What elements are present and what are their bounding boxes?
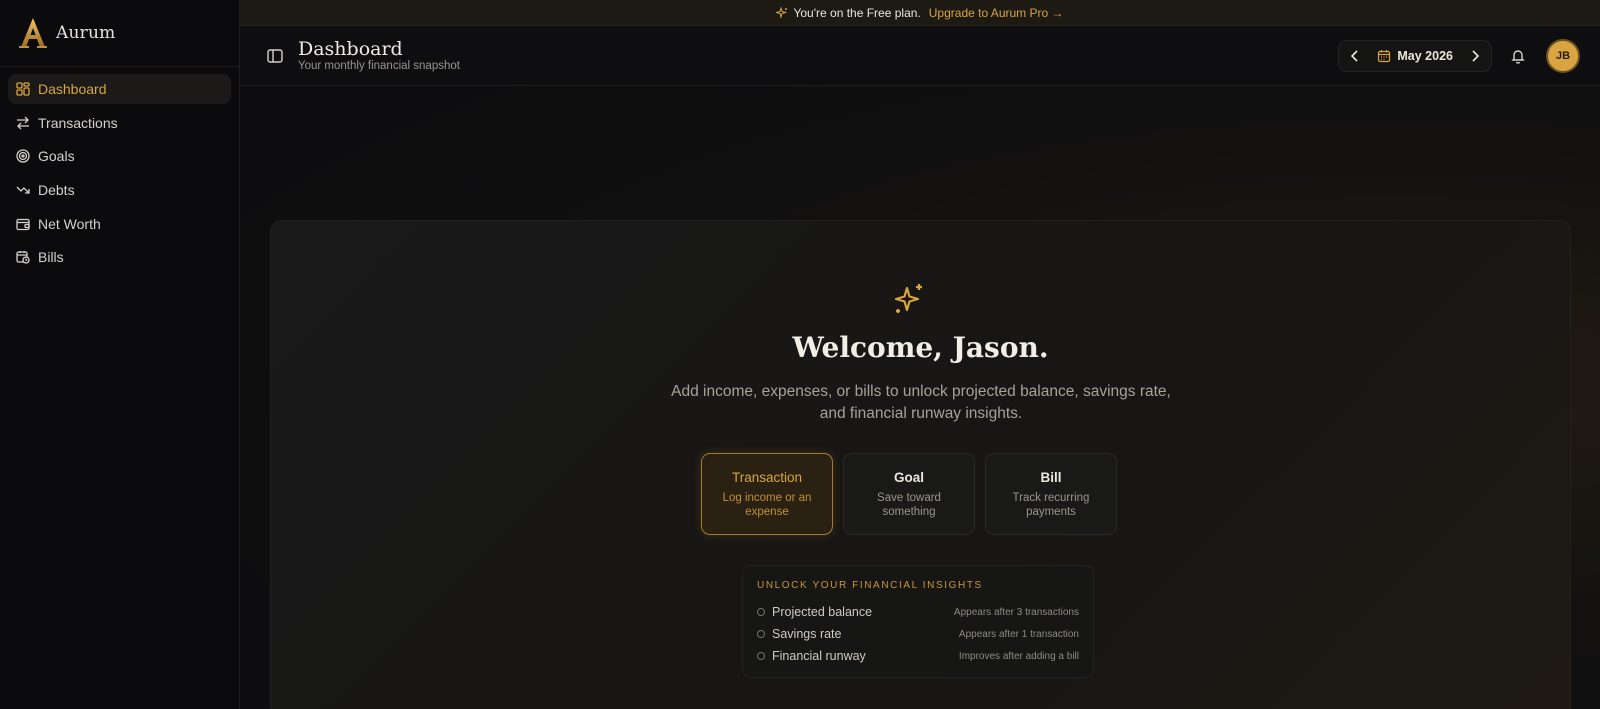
- chevron-right-icon[interactable]: [1467, 48, 1483, 64]
- month-display[interactable]: May 2026: [1377, 49, 1453, 63]
- upgrade-link[interactable]: Upgrade to Aurum Pro →: [929, 6, 1064, 20]
- sidebar-nav: Dashboard Transactions Goals Debts Net W…: [0, 67, 239, 283]
- page-subtitle: Your monthly financial snapshot: [298, 60, 460, 72]
- list-item: Savings rate Appears after 1 transaction: [757, 623, 1079, 645]
- insight-note: Appears after 1 transaction: [958, 628, 1079, 640]
- avatar[interactable]: JB: [1546, 38, 1580, 73]
- app-root: Aurum Dashboard Transactions Goals Debts…: [0, 0, 1600, 709]
- circle-outline-icon: [757, 630, 765, 638]
- insights-heading: UNLOCK YOUR FINANCIAL INSIGHTS: [757, 580, 983, 591]
- add-goal-button[interactable]: Goal Save toward something: [843, 453, 975, 535]
- plan-banner-text: You're on the Free plan.: [793, 5, 921, 20]
- insight-note: Appears after 3 transactions: [953, 606, 1079, 618]
- target-icon: [16, 149, 30, 164]
- sidebar: Aurum Dashboard Transactions Goals Debts…: [0, 0, 240, 709]
- main-content: You're on the Free plan. Upgrade to Auru…: [240, 0, 1600, 709]
- trend-down-icon: [16, 186, 30, 194]
- sidebar-item-net-worth[interactable]: Net Worth: [8, 209, 231, 239]
- insight-note: Improves after adding a bill: [958, 650, 1079, 662]
- welcome-title: Welcome, Jason.: [792, 331, 1049, 364]
- circle-outline-icon: [757, 608, 765, 616]
- aurum-logo-icon: [19, 18, 47, 48]
- wallet-icon: [16, 218, 30, 230]
- sidebar-item-dashboard[interactable]: Dashboard: [8, 74, 231, 104]
- sidebar-item-label: Dashboard: [38, 81, 107, 97]
- sidebar-item-label: Bills: [38, 249, 64, 266]
- action-title: Transaction: [731, 469, 803, 485]
- insights-panel: UNLOCK YOUR FINANCIAL INSIGHTS Projected…: [742, 565, 1094, 678]
- list-item: Financial runway Improves after adding a…: [757, 645, 1079, 667]
- insight-label: Financial runway: [772, 649, 866, 663]
- sparkles-icon: [894, 284, 922, 313]
- sidebar-item-label: Transactions: [38, 114, 118, 131]
- insight-label: Savings rate: [772, 627, 842, 641]
- sidebar-toggle-icon[interactable]: [266, 47, 284, 65]
- quick-actions: Transaction Log income or an expense Goa…: [701, 453, 1127, 535]
- add-bill-button[interactable]: Bill Track recurring payments: [985, 453, 1117, 535]
- plan-banner: You're on the Free plan. Upgrade to Auru…: [240, 0, 1600, 26]
- sidebar-item-goals[interactable]: Goals: [8, 141, 231, 171]
- action-description: Save toward something: [877, 491, 941, 518]
- page-header: Dashboard Your monthly financial snapsho…: [240, 26, 1600, 86]
- chevron-left-icon[interactable]: [1347, 48, 1363, 64]
- calendar-clock-icon: [16, 251, 30, 265]
- sidebar-item-label: Debts: [38, 182, 75, 199]
- action-title: Bill: [1040, 469, 1062, 485]
- sidebar-item-bills[interactable]: Bills: [8, 242, 231, 272]
- calendar-icon: [1378, 49, 1391, 62]
- page-title: Dashboard: [298, 38, 403, 60]
- circle-outline-icon: [757, 652, 765, 660]
- welcome-description: Add income, expenses, or bills to unlock…: [671, 383, 1171, 422]
- sparkle-icon: [776, 6, 788, 19]
- sidebar-item-transactions[interactable]: Transactions: [8, 108, 231, 138]
- title-block: Dashboard Your monthly financial snapsho…: [298, 39, 460, 72]
- action-title: Goal: [893, 469, 924, 485]
- insight-label: Projected balance: [772, 605, 873, 619]
- brand[interactable]: Aurum: [0, 0, 239, 67]
- month-label: May 2026: [1397, 48, 1453, 63]
- dashboard-grid-icon: [16, 82, 30, 96]
- sidebar-item-debts[interactable]: Debts: [8, 175, 231, 205]
- welcome-card: Welcome, Jason. Add income, expenses, or…: [270, 220, 1571, 709]
- add-transaction-button[interactable]: Transaction Log income or an expense: [701, 453, 833, 535]
- brand-name: Aurum: [56, 23, 116, 43]
- sidebar-item-label: Net Worth: [38, 215, 101, 232]
- list-item: Projected balance Appears after 3 transa…: [757, 601, 1079, 623]
- header-controls: May 2026 JB: [1338, 38, 1580, 73]
- action-description: Track recurring payments: [1012, 491, 1090, 518]
- arrows-swap-icon: [17, 116, 29, 130]
- bell-icon[interactable]: [1510, 48, 1526, 64]
- action-description: Log income or an expense: [722, 491, 812, 518]
- sidebar-item-label: Goals: [38, 148, 75, 165]
- month-picker: May 2026: [1338, 39, 1492, 72]
